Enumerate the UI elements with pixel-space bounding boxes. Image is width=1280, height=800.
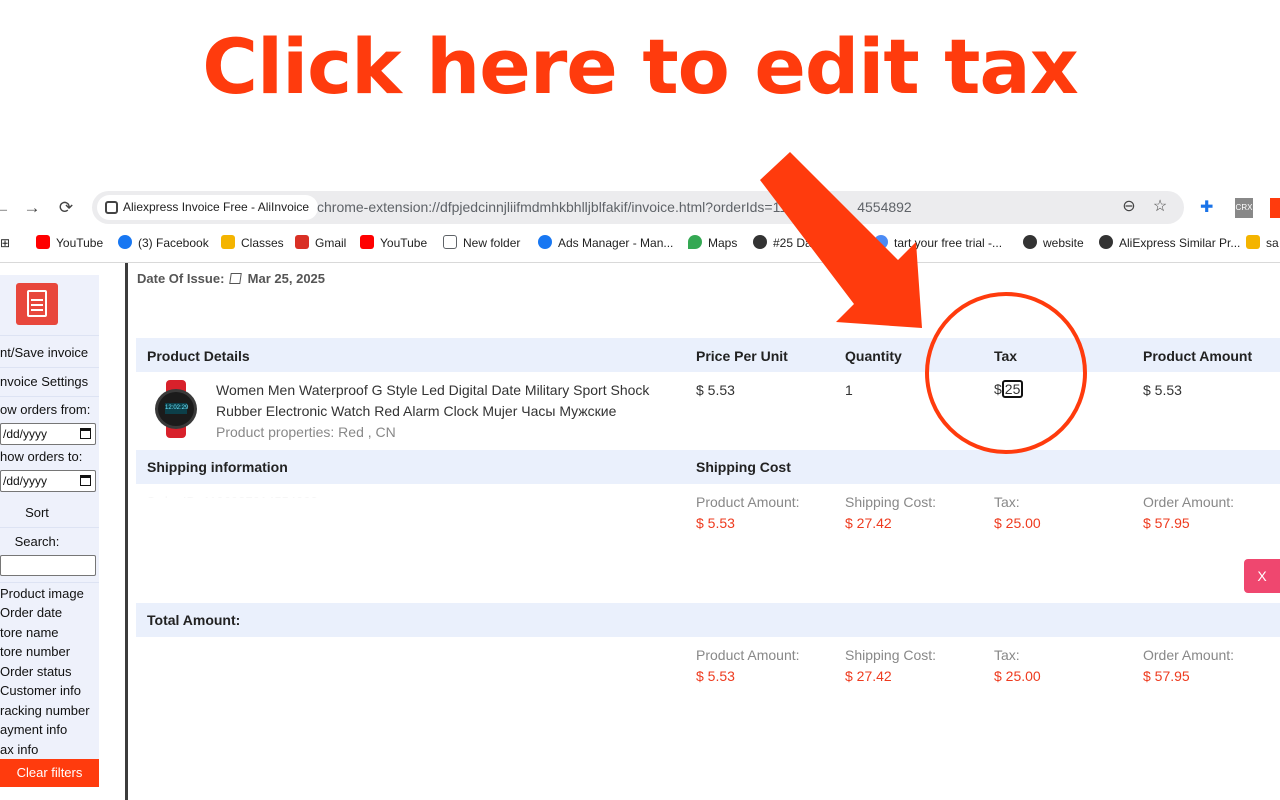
annotation-overlay — [760, 152, 1087, 454]
screenshot-stage: Click here to edit tax ← → ⟳ Aliexpress … — [0, 0, 1280, 800]
highlight-circle — [925, 292, 1087, 454]
pointer-arrow-icon — [760, 152, 922, 328]
